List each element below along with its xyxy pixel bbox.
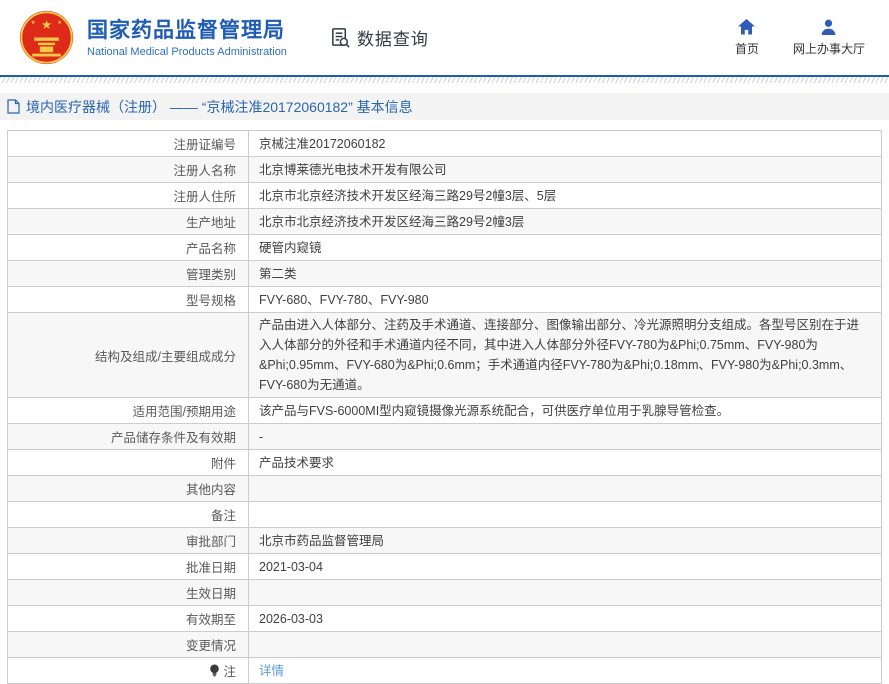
row-label: 生效日期 (8, 580, 249, 605)
row-label: 注册人住所 (8, 183, 249, 208)
row-label: 变更情况 (8, 632, 249, 657)
bulb-icon (209, 664, 220, 677)
row-label: 注册人名称 (8, 157, 249, 182)
row-value: 北京市药品监督管理局 (249, 528, 881, 553)
data-query-link[interactable]: 数据查询 (329, 25, 429, 50)
row-label: 其他内容 (8, 476, 249, 501)
table-row-note: 注 详情 (8, 658, 881, 684)
registration-info-table: 注册证编号 京械注准20172060182 注册人名称 北京博莱德光电技术开发有… (7, 130, 882, 684)
table-row-structure-composition: 结构及组成/主要组成成分 产品由进入人体部分、注药及手术通道、连接部分、图像输出… (8, 313, 881, 398)
page-title: 境内医疗器械（注册） —— “京械注准20172060182” 基本信息 (26, 97, 413, 117)
data-query-icon (329, 26, 352, 49)
row-label: 附件 (8, 450, 249, 475)
svg-text:★: ★ (57, 19, 62, 26)
row-label: 注册证编号 (8, 131, 249, 156)
row-value: 第二类 (249, 261, 881, 286)
row-value: 详情 (249, 658, 881, 683)
nmpa-logo: ★ ★ ★ 国家药品监督管理局 National Medical Product… (18, 9, 287, 66)
table-row-approval-department: 审批部门 北京市药品监督管理局 (8, 528, 881, 554)
svg-text:★: ★ (31, 19, 36, 26)
table-row-registration-number: 注册证编号 京械注准20172060182 (8, 131, 881, 157)
person-icon (820, 18, 837, 35)
row-value (249, 580, 881, 605)
table-row-attachment: 附件 产品技术要求 (8, 450, 881, 476)
row-value: 产品由进入人体部分、注药及手术通道、连接部分、图像输出部分、冷光源照明分支组成。… (249, 313, 881, 397)
hatch-divider (0, 77, 889, 83)
table-row-storage-validity: 产品储存条件及有效期 - (8, 424, 881, 450)
row-value: 2026-03-03 (249, 606, 881, 631)
nav-home[interactable]: 首页 (735, 18, 759, 57)
site-subtitle: National Medical Products Administration (87, 46, 287, 58)
site-header: ★ ★ ★ 国家药品监督管理局 National Medical Product… (0, 0, 889, 77)
row-label: 适用范围/预期用途 (8, 398, 249, 423)
table-row-production-address: 生产地址 北京市北京经济技术开发区经海三路29号2幢3层 (8, 209, 881, 235)
row-label: 有效期至 (8, 606, 249, 631)
table-row-change-status: 变更情况 (8, 632, 881, 658)
row-label: 审批部门 (8, 528, 249, 553)
table-row-model-spec: 型号规格 FVY-680、FVY-780、FVY-980 (8, 287, 881, 313)
row-value: FVY-680、FVY-780、FVY-980 (249, 287, 881, 312)
detail-link[interactable]: 详情 (259, 661, 284, 681)
row-label: 结构及组成/主要组成成分 (8, 313, 249, 397)
row-value: 硬管内窥镜 (249, 235, 881, 260)
table-row-registrant-name: 注册人名称 北京博莱德光电技术开发有限公司 (8, 157, 881, 183)
row-label: 管理类别 (8, 261, 249, 286)
svg-text:★: ★ (41, 18, 52, 32)
row-label: 批准日期 (8, 554, 249, 579)
header-nav: 首页 网上办事大厅 (735, 18, 865, 57)
document-icon (7, 99, 20, 114)
row-value (249, 502, 881, 527)
row-label: 型号规格 (8, 287, 249, 312)
page-title-bar: 境内医疗器械（注册） —— “京械注准20172060182” 基本信息 (0, 93, 889, 120)
row-value (249, 632, 881, 657)
table-row-product-name: 产品名称 硬管内窥镜 (8, 235, 881, 261)
row-value: 京械注准20172060182 (249, 131, 881, 156)
nav-home-label: 首页 (735, 40, 759, 57)
row-label: 生产地址 (8, 209, 249, 234)
national-emblem-icon: ★ ★ ★ (18, 9, 75, 66)
table-row-management-category: 管理类别 第二类 (8, 261, 881, 287)
row-value: 北京博莱德光电技术开发有限公司 (249, 157, 881, 182)
table-row-effective-date: 生效日期 (8, 580, 881, 606)
row-value: 北京市北京经济技术开发区经海三路29号2幢3层 (249, 209, 881, 234)
row-label: 备注 (8, 502, 249, 527)
row-value: 产品技术要求 (249, 450, 881, 475)
row-label: 产品储存条件及有效期 (8, 424, 249, 449)
table-row-remarks: 备注 (8, 502, 881, 528)
nav-service-hall-label: 网上办事大厅 (793, 40, 865, 57)
row-value: 该产品与FVS-6000MI型内窥镜摄像光源系统配合，可供医疗单位用于乳腺导管检… (249, 398, 881, 423)
table-row-valid-until: 有效期至 2026-03-03 (8, 606, 881, 632)
row-value: - (249, 424, 881, 449)
row-value: 北京市北京经济技术开发区经海三路29号2幢3层、5层 (249, 183, 881, 208)
data-query-label: 数据查询 (357, 25, 429, 50)
site-title: 国家药品监督管理局 (87, 18, 287, 44)
nav-service-hall[interactable]: 网上办事大厅 (793, 18, 865, 57)
table-row-registrant-address: 注册人住所 北京市北京经济技术开发区经海三路29号2幢3层、5层 (8, 183, 881, 209)
note-label: 注 (223, 661, 236, 680)
table-row-other-content: 其他内容 (8, 476, 881, 502)
row-value (249, 476, 881, 501)
home-icon (738, 18, 755, 35)
table-row-intended-use: 适用范围/预期用途 该产品与FVS-6000MI型内窥镜摄像光源系统配合，可供医… (8, 398, 881, 424)
table-row-approval-date: 批准日期 2021-03-04 (8, 554, 881, 580)
row-label: 注 (8, 658, 249, 683)
row-value: 2021-03-04 (249, 554, 881, 579)
row-label: 产品名称 (8, 235, 249, 260)
